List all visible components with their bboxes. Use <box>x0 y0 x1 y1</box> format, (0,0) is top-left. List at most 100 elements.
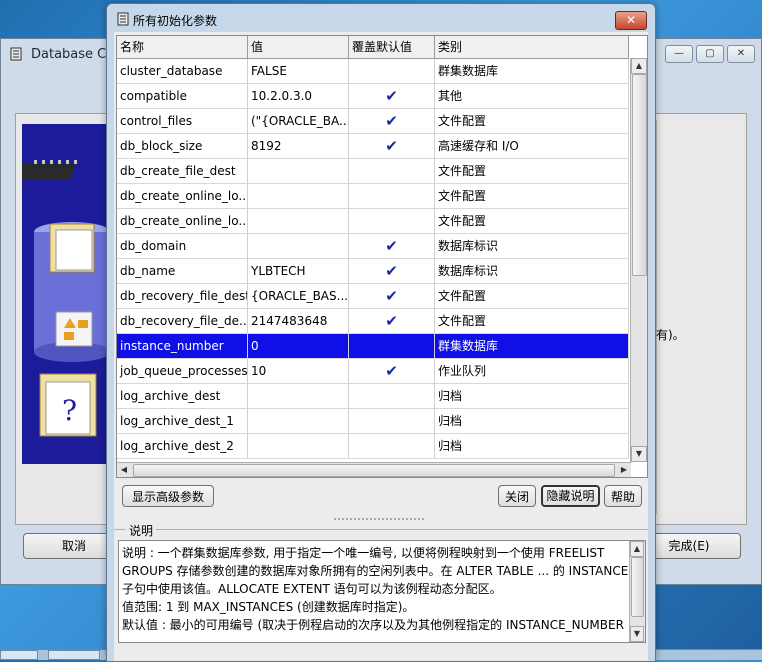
override-default-cell[interactable]: ✔ <box>349 134 435 158</box>
param-value-cell[interactable]: 2147483648 <box>248 309 349 333</box>
maximize-button[interactable]: ▢ <box>696 45 724 63</box>
table-row[interactable]: cluster_database FALSE 群集数据库 <box>117 59 629 84</box>
scroll-left-arrow-icon[interactable]: ◀ <box>117 463 131 476</box>
column-header-category[interactable]: 类别 <box>435 36 629 58</box>
param-name-cell[interactable]: compatible <box>117 84 248 108</box>
table-row[interactable]: db_create_online_lo... 文件配置 <box>117 184 629 209</box>
scroll-up-arrow-icon[interactable]: ▲ <box>631 58 647 74</box>
table-row[interactable]: db_create_online_lo... 文件配置 <box>117 209 629 234</box>
param-name-cell[interactable]: instance_number <box>117 334 248 358</box>
param-category-cell[interactable]: 群集数据库 <box>435 334 629 358</box>
param-category-cell[interactable]: 高速缓存和 I/O <box>435 134 629 158</box>
override-default-cell[interactable]: ✔ <box>349 359 435 383</box>
param-category-cell[interactable]: 群集数据库 <box>435 59 629 83</box>
table-row[interactable]: instance_number 0 群集数据库 <box>117 334 629 359</box>
override-default-cell[interactable]: ✔ <box>349 84 435 108</box>
param-category-cell[interactable]: 归档 <box>435 434 629 458</box>
table-row[interactable]: compatible 10.2.0.3.0 ✔ 其他 <box>117 84 629 109</box>
table-row[interactable]: db_block_size 8192 ✔ 高速缓存和 I/O <box>117 134 629 159</box>
override-default-cell[interactable] <box>349 334 435 358</box>
param-value-cell[interactable]: 10.2.0.3.0 <box>248 84 349 108</box>
scroll-down-arrow-icon[interactable]: ▼ <box>630 626 644 642</box>
override-default-cell[interactable]: ✔ <box>349 234 435 258</box>
param-category-cell[interactable]: 文件配置 <box>435 309 629 333</box>
override-default-cell[interactable] <box>349 184 435 208</box>
param-category-cell[interactable]: 文件配置 <box>435 184 629 208</box>
param-name-cell[interactable]: cluster_database <box>117 59 248 83</box>
param-category-cell[interactable]: 作业队列 <box>435 359 629 383</box>
scroll-up-arrow-icon[interactable]: ▲ <box>630 541 644 557</box>
close-window-button[interactable]: ✕ <box>727 45 755 63</box>
param-category-cell[interactable]: 文件配置 <box>435 109 629 133</box>
param-name-cell[interactable]: db_create_online_lo... <box>117 209 248 233</box>
param-name-cell[interactable]: log_archive_dest_1 <box>117 409 248 433</box>
description-textarea[interactable]: 说明 : 一个群集数据库参数, 用于指定一个唯一编号, 以便将例程映射到一个使用… <box>118 540 646 643</box>
override-default-cell[interactable]: ✔ <box>349 309 435 333</box>
table-row[interactable]: db_domain ✔ 数据库标识 <box>117 234 629 259</box>
override-default-cell[interactable]: ✔ <box>349 259 435 283</box>
param-value-cell[interactable] <box>248 434 349 458</box>
param-value-cell[interactable]: 8192 <box>248 134 349 158</box>
param-category-cell[interactable]: 数据库标识 <box>435 234 629 258</box>
param-value-cell[interactable]: FALSE <box>248 59 349 83</box>
param-category-cell[interactable]: 文件配置 <box>435 284 629 308</box>
param-category-cell[interactable]: 文件配置 <box>435 159 629 183</box>
table-row[interactable]: control_files ("{ORACLE_BA... ✔ 文件配置 <box>117 109 629 134</box>
param-value-cell[interactable]: 10 <box>248 359 349 383</box>
scroll-down-arrow-icon[interactable]: ▼ <box>631 446 647 462</box>
table-row[interactable]: db_recovery_file_dest {ORACLE_BAS... ✔ 文件配置 <box>117 284 629 309</box>
param-name-cell[interactable]: db_block_size <box>117 134 248 158</box>
param-value-cell[interactable] <box>248 184 349 208</box>
override-default-cell[interactable] <box>349 59 435 83</box>
table-row[interactable]: db_recovery_file_de... 2147483648 ✔ 文件配置 <box>117 309 629 334</box>
table-row[interactable]: log_archive_dest 归档 <box>117 384 629 409</box>
param-name-cell[interactable]: db_name <box>117 259 248 283</box>
description-scroll-thumb[interactable] <box>631 557 644 617</box>
table-row[interactable]: db_name YLBTECH ✔ 数据库标识 <box>117 259 629 284</box>
scroll-right-arrow-icon[interactable]: ▶ <box>617 463 631 476</box>
horizontal-scroll-thumb[interactable] <box>133 464 615 477</box>
param-value-cell[interactable]: 0 <box>248 334 349 358</box>
param-value-cell[interactable] <box>248 384 349 408</box>
param-category-cell[interactable]: 归档 <box>435 384 629 408</box>
horizontal-scrollbar[interactable]: ◀ ▶ <box>117 462 631 477</box>
hide-description-button[interactable]: 隐藏说明 <box>541 485 600 507</box>
param-category-cell[interactable]: 归档 <box>435 409 629 433</box>
param-name-cell[interactable]: control_files <box>117 109 248 133</box>
param-name-cell[interactable]: db_create_online_lo... <box>117 184 248 208</box>
param-name-cell[interactable]: job_queue_processes <box>117 359 248 383</box>
param-value-cell[interactable] <box>248 234 349 258</box>
help-button[interactable]: 帮助 <box>604 485 642 507</box>
panel-splitter[interactable] <box>334 518 424 524</box>
param-name-cell[interactable]: db_create_file_dest <box>117 159 248 183</box>
override-default-cell[interactable]: ✔ <box>349 109 435 133</box>
override-default-cell[interactable] <box>349 409 435 433</box>
param-category-cell[interactable]: 文件配置 <box>435 209 629 233</box>
param-name-cell[interactable]: log_archive_dest_2 <box>117 434 248 458</box>
column-header-override[interactable]: 覆盖默认值 <box>349 36 435 58</box>
param-value-cell[interactable] <box>248 159 349 183</box>
vertical-scroll-thumb[interactable] <box>632 74 647 276</box>
minimize-button[interactable]: — <box>665 45 693 63</box>
override-default-cell[interactable] <box>349 434 435 458</box>
table-row[interactable]: log_archive_dest_1 归档 <box>117 409 629 434</box>
column-header-value[interactable]: 值 <box>248 36 349 58</box>
override-default-cell[interactable]: ✔ <box>349 284 435 308</box>
taskbar-tab[interactable] <box>0 650 38 660</box>
param-value-cell[interactable]: {ORACLE_BAS... <box>248 284 349 308</box>
close-dialog-button[interactable]: ✕ <box>615 11 647 30</box>
close-button[interactable]: 关闭 <box>498 485 536 507</box>
vertical-scrollbar[interactable]: ▲ ▼ <box>630 58 647 462</box>
table-row[interactable]: db_create_file_dest 文件配置 <box>117 159 629 184</box>
param-name-cell[interactable]: db_recovery_file_de... <box>117 309 248 333</box>
param-value-cell[interactable]: ("{ORACLE_BA... <box>248 109 349 133</box>
param-category-cell[interactable]: 其他 <box>435 84 629 108</box>
param-category-cell[interactable]: 数据库标识 <box>435 259 629 283</box>
override-default-cell[interactable] <box>349 159 435 183</box>
override-default-cell[interactable] <box>349 209 435 233</box>
param-value-cell[interactable] <box>248 409 349 433</box>
param-name-cell[interactable]: log_archive_dest <box>117 384 248 408</box>
taskbar-tab[interactable] <box>48 650 100 660</box>
param-value-cell[interactable]: YLBTECH <box>248 259 349 283</box>
table-row[interactable]: job_queue_processes 10 ✔ 作业队列 <box>117 359 629 384</box>
